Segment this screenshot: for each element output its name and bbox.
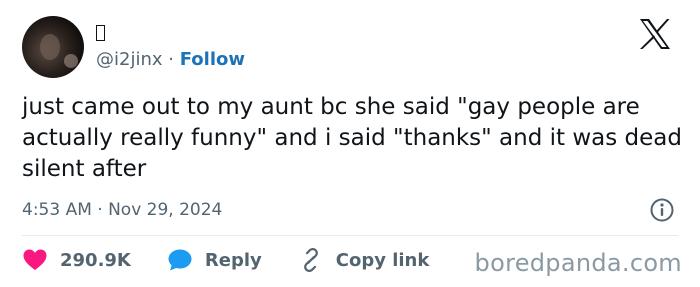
tweet-text: just came out to my aunt bc she said "ga… — [22, 94, 683, 182]
copy-link-button[interactable]: Copy link — [298, 248, 430, 272]
reply-label: Reply — [204, 249, 262, 271]
watermark: boredpanda.com — [474, 249, 682, 277]
heart-icon — [23, 249, 47, 270]
action-bar: 290.9K Reply Copy link — [22, 246, 465, 274]
tweet-timestamp[interactable]: 4:53 AM · Nov 29, 2024 — [22, 198, 222, 222]
x-logo-icon[interactable] — [638, 18, 672, 50]
info-icon[interactable] — [649, 197, 675, 223]
avatar[interactable] — [22, 16, 84, 78]
like-count: 290.9K — [60, 249, 131, 271]
speech-bubble-icon — [168, 249, 192, 271]
author-handle[interactable]: @i2jinx — [96, 49, 163, 70]
follow-button[interactable]: Follow — [180, 49, 245, 70]
display-name-glyph — [96, 25, 105, 41]
display-name[interactable] — [96, 22, 105, 46]
avatar-light — [64, 54, 78, 68]
divider — [22, 235, 678, 236]
link-icon — [303, 248, 318, 272]
copy-link-label: Copy link — [335, 249, 430, 271]
reply-button[interactable]: Reply — [167, 248, 262, 272]
handle-row: @i2jinx · Follow — [96, 48, 245, 72]
handle-separator: · — [168, 49, 174, 70]
avatar-face — [40, 34, 60, 60]
like-button[interactable]: 290.9K — [22, 248, 131, 272]
